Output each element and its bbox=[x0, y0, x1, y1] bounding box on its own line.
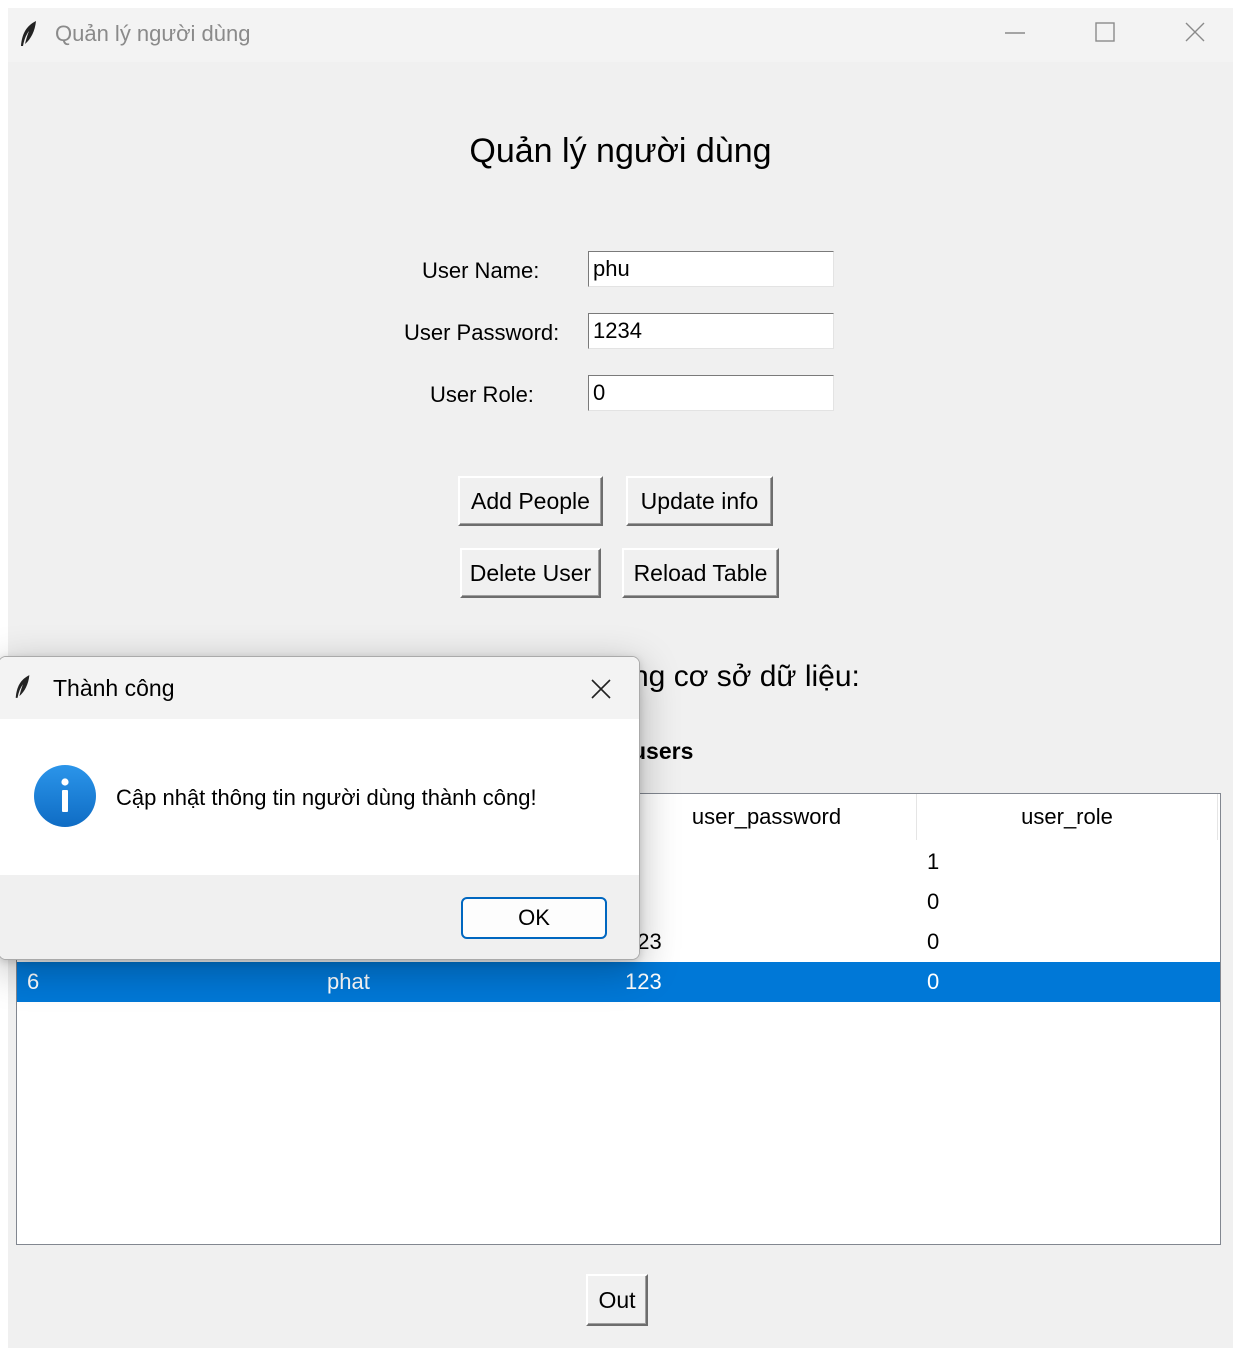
success-dialog: Thành công Cập nhật thông tin người dùng… bbox=[0, 656, 640, 960]
cell-name: phat bbox=[327, 969, 370, 994]
role-label: User Role: bbox=[430, 382, 534, 407]
cell-password: 123 bbox=[625, 969, 662, 994]
column-header-role[interactable]: user_role bbox=[917, 794, 1218, 840]
column-header-password[interactable]: user_password bbox=[617, 794, 917, 840]
dialog-title-bar: Thành công bbox=[0, 657, 639, 719]
close-button[interactable] bbox=[1150, 8, 1236, 56]
ok-button[interactable]: OK bbox=[461, 897, 607, 939]
minimize-icon bbox=[1005, 32, 1025, 34]
table-name-label: users bbox=[632, 738, 694, 764]
close-icon bbox=[1185, 22, 1205, 42]
info-icon bbox=[34, 765, 96, 827]
cell-role: 0 bbox=[927, 889, 940, 914]
add-people-button[interactable]: Add People bbox=[458, 476, 603, 526]
cell-id: 6 bbox=[27, 969, 40, 994]
cell-role: 0 bbox=[927, 969, 940, 994]
cell-role: 0 bbox=[927, 929, 940, 954]
minimize-button[interactable] bbox=[970, 8, 1060, 56]
dialog-message: Cập nhật thông tin người dùng thành công… bbox=[116, 785, 537, 810]
main-window: Quản lý người dùng Quản lý người dùng Us… bbox=[0, 8, 1233, 1348]
reload-table-button[interactable]: Reload Table bbox=[622, 548, 779, 598]
cell-role: 1 bbox=[927, 849, 940, 874]
table-row-selected[interactable]: 6 phat 123 0 bbox=[17, 962, 1220, 1002]
maximize-icon bbox=[1095, 22, 1115, 42]
out-button[interactable]: Out bbox=[586, 1274, 648, 1326]
dialog-body: Cập nhật thông tin người dùng thành công… bbox=[0, 719, 639, 875]
username-label: User Name: bbox=[422, 258, 540, 283]
role-field[interactable] bbox=[588, 375, 834, 411]
dialog-title: Thành công bbox=[53, 675, 175, 701]
close-icon bbox=[591, 679, 611, 699]
delete-user-button[interactable]: Delete User bbox=[460, 548, 601, 598]
maximize-button[interactable] bbox=[1060, 8, 1150, 56]
page-heading: Quản lý người dùng bbox=[469, 132, 772, 170]
dialog-footer: OK bbox=[0, 875, 639, 959]
feather-icon bbox=[15, 675, 30, 698]
password-label: User Password: bbox=[404, 320, 560, 345]
password-field[interactable] bbox=[588, 313, 834, 349]
database-section-label: ng cơ sở dữ liệu: bbox=[632, 660, 860, 693]
feather-icon bbox=[21, 21, 36, 46]
username-field[interactable] bbox=[588, 251, 834, 287]
window-title: Quản lý người dùng bbox=[55, 21, 251, 46]
update-info-button[interactable]: Update info bbox=[626, 476, 773, 526]
dialog-close-button[interactable] bbox=[581, 669, 621, 709]
title-bar: Quản lý người dùng bbox=[8, 8, 1233, 62]
